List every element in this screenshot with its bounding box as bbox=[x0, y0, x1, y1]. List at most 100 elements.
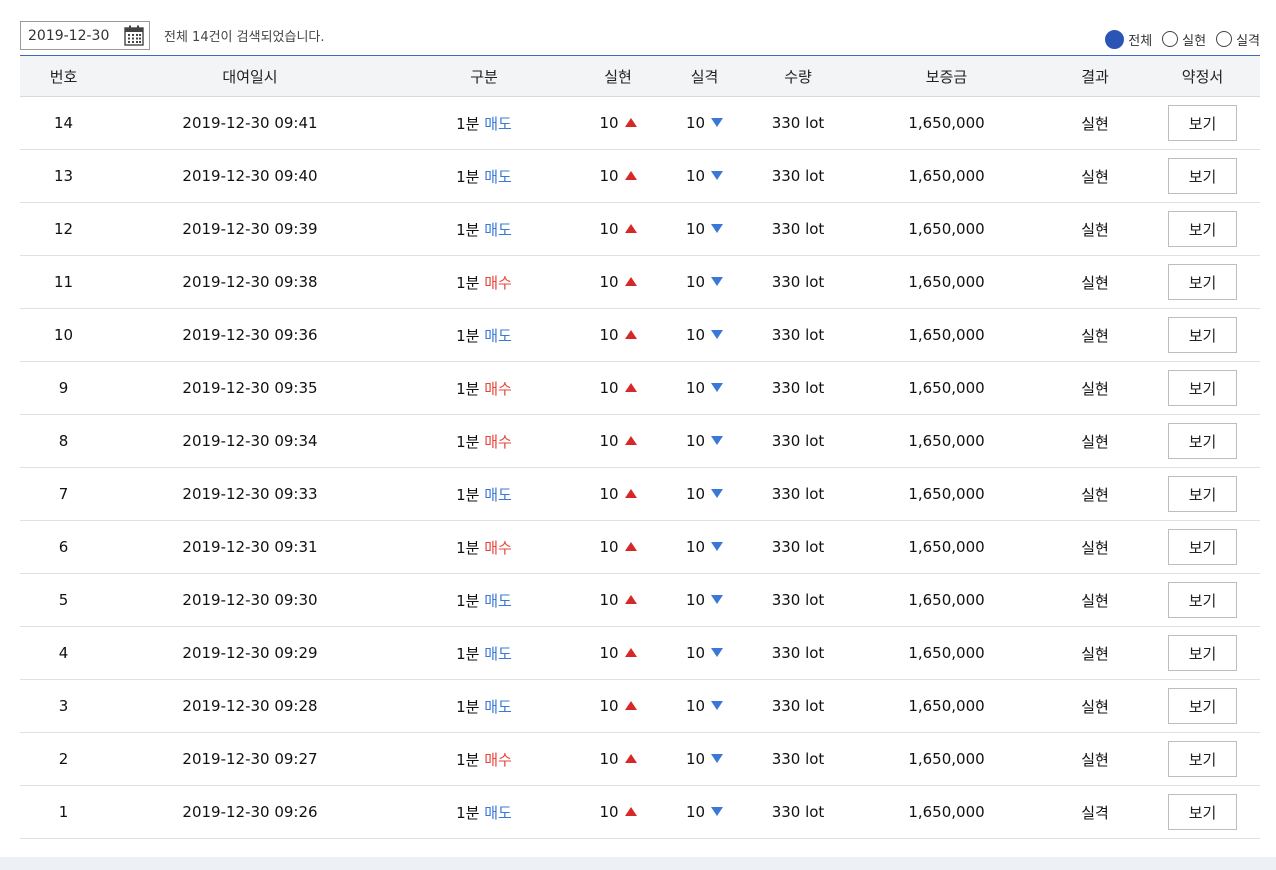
view-contract-button[interactable]: 보기 bbox=[1168, 423, 1237, 459]
period-label: 1분 bbox=[456, 697, 480, 716]
realized-value: 10 bbox=[599, 750, 619, 768]
cell-disqualified: 10 bbox=[661, 785, 748, 839]
radio-all[interactable]: 전체 bbox=[1105, 29, 1152, 49]
radio-realized[interactable]: 실현 bbox=[1162, 30, 1206, 49]
cell-contract: 보기 bbox=[1145, 414, 1260, 468]
side-label: 매수 bbox=[484, 273, 512, 292]
cell-deposit: 1,650,000 bbox=[848, 308, 1045, 362]
cell-result: 실현 bbox=[1045, 520, 1145, 574]
triangle-down-icon bbox=[711, 277, 724, 286]
view-contract-button[interactable]: 보기 bbox=[1168, 211, 1237, 247]
view-contract-button[interactable]: 보기 bbox=[1168, 264, 1237, 300]
cell-result: 실현 bbox=[1045, 679, 1145, 733]
calendar-icon[interactable] bbox=[124, 25, 144, 46]
cell-type: 1분 매도 bbox=[393, 308, 575, 362]
triangle-down-icon bbox=[711, 754, 724, 763]
cell-quantity: 330 lot bbox=[748, 785, 848, 839]
cell-type: 1분 매도 bbox=[393, 202, 575, 256]
triangle-down-icon bbox=[711, 648, 724, 657]
cell-disqualified: 10 bbox=[661, 679, 748, 733]
realized-value: 10 bbox=[599, 591, 619, 609]
view-contract-button[interactable]: 보기 bbox=[1168, 317, 1237, 353]
date-picker[interactable]: 2019-12-30 bbox=[20, 21, 150, 50]
cell-type: 1분 매도 bbox=[393, 96, 575, 150]
view-contract-button[interactable]: 보기 bbox=[1168, 635, 1237, 671]
cell-datetime: 2019-12-30 09:38 bbox=[107, 255, 393, 309]
cell-no: 14 bbox=[20, 96, 107, 150]
cell-no: 13 bbox=[20, 149, 107, 203]
triangle-down-icon bbox=[711, 807, 724, 816]
cell-deposit: 1,650,000 bbox=[848, 255, 1045, 309]
col-header-datetime: 대여일시 bbox=[107, 55, 393, 97]
cell-deposit: 1,650,000 bbox=[848, 520, 1045, 574]
table-row: 2 2019-12-30 09:27 1분 매수 10 10 330 lot 1,650,0… bbox=[20, 732, 1260, 786]
side-label: 매도 bbox=[484, 485, 512, 504]
view-contract-button[interactable]: 보기 bbox=[1168, 741, 1237, 777]
cell-datetime: 2019-12-30 09:27 bbox=[107, 732, 393, 786]
cell-no: 10 bbox=[20, 308, 107, 362]
col-header-disqualified: 실격 bbox=[661, 55, 748, 97]
cell-deposit: 1,650,000 bbox=[848, 149, 1045, 203]
cell-quantity: 330 lot bbox=[748, 308, 848, 362]
side-label: 매수 bbox=[484, 379, 512, 398]
cell-deposit: 1,650,000 bbox=[848, 414, 1045, 468]
triangle-up-icon bbox=[624, 489, 637, 498]
view-contract-button[interactable]: 보기 bbox=[1168, 158, 1237, 194]
cell-disqualified: 10 bbox=[661, 626, 748, 680]
side-label: 매도 bbox=[484, 644, 512, 663]
view-contract-button[interactable]: 보기 bbox=[1168, 794, 1237, 830]
cell-datetime: 2019-12-30 09:26 bbox=[107, 785, 393, 839]
disqualified-value: 10 bbox=[685, 379, 706, 397]
cell-result: 실현 bbox=[1045, 255, 1145, 309]
cell-no: 9 bbox=[20, 361, 107, 415]
radio-disqualified[interactable]: 실격 bbox=[1216, 30, 1260, 49]
side-label: 매도 bbox=[484, 167, 512, 186]
realized-value: 10 bbox=[599, 697, 619, 715]
cell-deposit: 1,650,000 bbox=[848, 732, 1045, 786]
view-contract-button[interactable]: 보기 bbox=[1168, 476, 1237, 512]
table-row: 14 2019-12-30 09:41 1분 매도 10 10 330 lot 1,650,… bbox=[20, 96, 1260, 150]
cell-no: 5 bbox=[20, 573, 107, 627]
footer-band bbox=[0, 857, 1276, 870]
cell-datetime: 2019-12-30 09:34 bbox=[107, 414, 393, 468]
realized-value: 10 bbox=[599, 326, 619, 344]
triangle-up-icon bbox=[624, 224, 637, 233]
cell-contract: 보기 bbox=[1145, 520, 1260, 574]
table-row: 10 2019-12-30 09:36 1분 매도 10 10 330 lot 1,650,… bbox=[20, 308, 1260, 362]
cell-result: 실현 bbox=[1045, 202, 1145, 256]
view-contract-button[interactable]: 보기 bbox=[1168, 688, 1237, 724]
disqualified-value: 10 bbox=[685, 538, 706, 556]
cell-result: 실현 bbox=[1045, 732, 1145, 786]
cell-contract: 보기 bbox=[1145, 202, 1260, 256]
triangle-up-icon bbox=[624, 330, 637, 339]
triangle-down-icon bbox=[711, 171, 724, 180]
cell-no: 3 bbox=[20, 679, 107, 733]
view-contract-button[interactable]: 보기 bbox=[1168, 370, 1237, 406]
cell-contract: 보기 bbox=[1145, 255, 1260, 309]
triangle-down-icon bbox=[711, 701, 724, 710]
realized-value: 10 bbox=[599, 379, 619, 397]
cell-datetime: 2019-12-30 09:33 bbox=[107, 467, 393, 521]
cell-no: 4 bbox=[20, 626, 107, 680]
side-label: 매도 bbox=[484, 114, 512, 133]
cell-no: 1 bbox=[20, 785, 107, 839]
period-label: 1분 bbox=[456, 803, 480, 822]
realized-value: 10 bbox=[599, 114, 619, 132]
col-header-no: 번호 bbox=[20, 55, 107, 97]
radio-all-circle[interactable] bbox=[1105, 29, 1125, 49]
cell-contract: 보기 bbox=[1145, 785, 1260, 839]
radio-disqualified-circle[interactable] bbox=[1216, 31, 1233, 47]
cell-datetime: 2019-12-30 09:41 bbox=[107, 96, 393, 150]
period-label: 1분 bbox=[456, 326, 480, 345]
view-contract-button[interactable]: 보기 bbox=[1168, 582, 1237, 618]
period-label: 1분 bbox=[456, 167, 480, 186]
col-header-deposit: 보증금 bbox=[848, 55, 1045, 97]
realized-value: 10 bbox=[599, 273, 619, 291]
view-contract-button[interactable]: 보기 bbox=[1168, 105, 1237, 141]
view-contract-button[interactable]: 보기 bbox=[1168, 529, 1237, 565]
disqualified-value: 10 bbox=[685, 485, 706, 503]
triangle-down-icon bbox=[711, 224, 724, 233]
cell-disqualified: 10 bbox=[661, 202, 748, 256]
radio-realized-circle[interactable] bbox=[1162, 31, 1179, 47]
cell-quantity: 330 lot bbox=[748, 414, 848, 468]
